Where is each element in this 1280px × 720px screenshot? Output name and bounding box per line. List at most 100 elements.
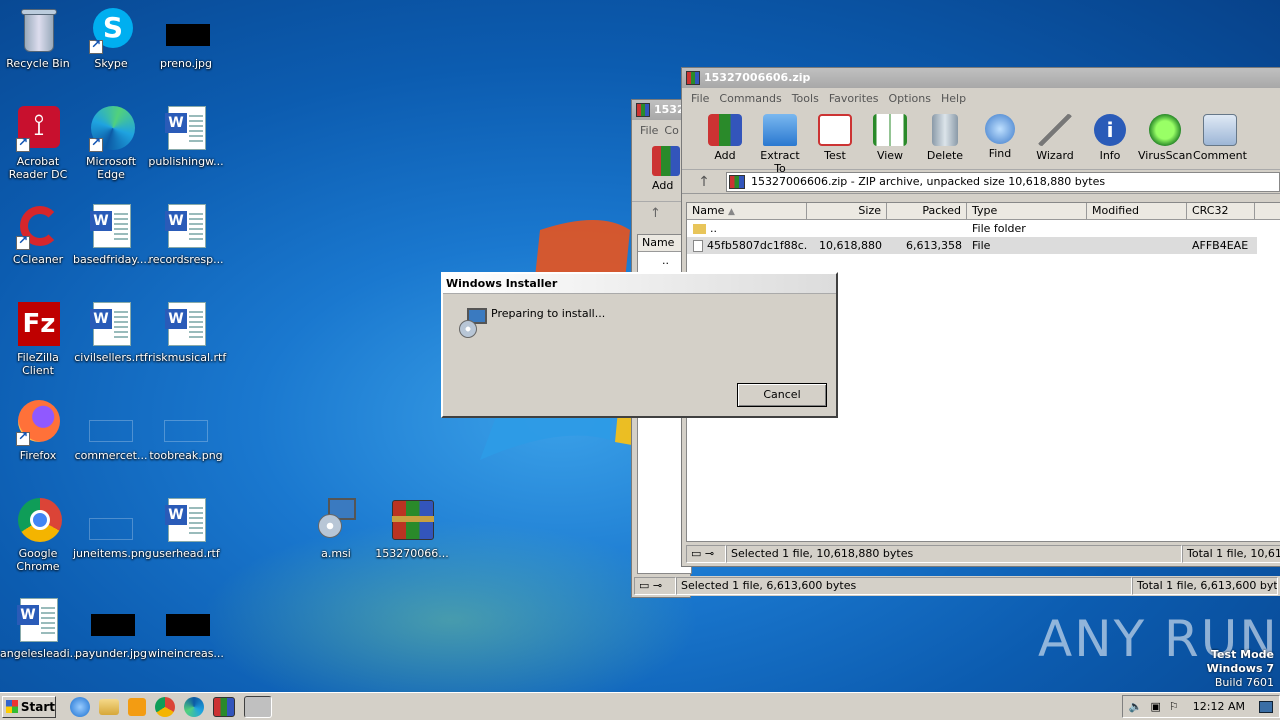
- cancel-button[interactable]: Cancel: [737, 383, 827, 407]
- desktop-icon-riskmusical[interactable]: W riskmusical.rtf: [148, 300, 226, 364]
- back-status-total: Total 1 file, 6,613,600 bytes: [1132, 577, 1278, 595]
- file-list-header: Name ▲ Size Packed Type Modified CRC32: [687, 203, 1280, 220]
- action-center-flag-icon[interactable]: ⚐: [1169, 700, 1179, 713]
- tool-add[interactable]: Add: [698, 108, 752, 162]
- winrar-icon: [686, 71, 700, 85]
- windows-installer-dialog[interactable]: Windows Installer Preparing to install..…: [441, 272, 838, 418]
- desktop-icon-wineincreas[interactable]: wineincreas...: [148, 596, 224, 660]
- folder-icon: [693, 224, 706, 234]
- menu-commands[interactable]: Commands: [714, 92, 786, 105]
- network-icon[interactable]: ▣: [1151, 700, 1161, 713]
- media-player-icon[interactable]: [128, 697, 146, 716]
- winrar-icon: [636, 103, 650, 117]
- winrar-titlebar[interactable]: 15327006606.zip: [682, 68, 1280, 88]
- desktop-icon-recycle-bin[interactable]: Recycle Bin: [0, 6, 76, 70]
- desktop-icon-recordsresp[interactable]: W recordsresp...: [148, 202, 224, 266]
- word-doc-icon: W: [162, 104, 210, 152]
- show-desktop-icon[interactable]: [1259, 700, 1273, 713]
- installer-icon: [457, 308, 487, 338]
- col-type[interactable]: Type: [967, 203, 1087, 219]
- installer-taskbar-icon[interactable]: [244, 695, 272, 718]
- start-button[interactable]: Start: [2, 695, 56, 718]
- tool-view[interactable]: View: [863, 108, 917, 162]
- desktop-icon-preno[interactable]: preno.jpg: [148, 6, 224, 70]
- image-file-icon: [87, 398, 135, 446]
- table-row[interactable]: .. File folder: [687, 220, 1280, 237]
- desktop-glow: [200, 520, 700, 692]
- edge-icon[interactable]: [184, 696, 204, 717]
- word-doc-icon: W: [87, 202, 135, 250]
- desktop-icon-publishing[interactable]: W publishingw...: [148, 104, 224, 168]
- desktop-icon-payunder[interactable]: payunder.jpg: [73, 596, 149, 660]
- tool-test[interactable]: Test: [808, 108, 862, 162]
- col-crc32[interactable]: CRC32: [1187, 203, 1255, 219]
- find-magnifier-icon: [985, 114, 1015, 144]
- windows-flag-icon: [6, 700, 18, 713]
- menu-options[interactable]: Options: [884, 92, 936, 105]
- table-row[interactable]: 45fb5807dc1f88c... 10,618,880 6,613,358 …: [687, 237, 1257, 254]
- extract-folder-icon: [763, 114, 797, 146]
- winrar-taskbar-icon[interactable]: [213, 696, 235, 717]
- desktop-icon-juneitems[interactable]: juneitems.png: [73, 496, 152, 560]
- desktop-icon-filezilla[interactable]: Fz FileZilla Client: [0, 300, 76, 377]
- col-modified[interactable]: Modified: [1087, 203, 1187, 219]
- col-name[interactable]: Name ▲: [687, 203, 807, 219]
- speaker-icon[interactable]: 🔈: [1129, 700, 1143, 713]
- filezilla-icon: Fz: [14, 300, 62, 348]
- desktop-icon-archive[interactable]: 153270066...: [374, 496, 450, 560]
- chrome-icon[interactable]: [155, 696, 175, 717]
- desktop-icon-firefox[interactable]: Firefox: [0, 398, 76, 462]
- internet-explorer-icon[interactable]: [70, 696, 90, 717]
- desktop-icon-skype[interactable]: S Skype: [73, 6, 149, 70]
- back-menu-commands[interactable]: Co: [662, 124, 680, 137]
- test-checklist-icon: [818, 114, 852, 146]
- desktop-icon-userhead[interactable]: W userhead.rtf: [148, 496, 224, 560]
- menu-tools[interactable]: Tools: [787, 92, 824, 105]
- image-file-icon: [162, 596, 210, 644]
- delete-bin-icon: [932, 114, 958, 146]
- word-doc-icon: W: [162, 300, 210, 348]
- desktop-icon-civilsellers[interactable]: W civilsellers.rtf: [73, 300, 149, 364]
- recycle-bin-icon: [14, 6, 62, 54]
- add-icon: [652, 146, 680, 176]
- status-selected: Selected 1 file, 10,618,880 bytes: [726, 545, 1182, 563]
- desktop-icon-ccleaner[interactable]: CCleaner: [0, 202, 76, 266]
- menu-help[interactable]: Help: [936, 92, 971, 105]
- tool-comment[interactable]: Comment: [1193, 108, 1247, 162]
- file-icon: [693, 240, 703, 252]
- desktop-icon-basedfriday[interactable]: W basedfriday....: [73, 202, 150, 266]
- tool-extract-to[interactable]: Extract To: [753, 108, 807, 175]
- winrar-statusbar: ▭ ⊸ Selected 1 file, 10,618,880 bytes To…: [686, 544, 1280, 564]
- word-doc-icon: W: [162, 496, 210, 544]
- dialog-title[interactable]: Windows Installer: [443, 274, 836, 294]
- col-packed[interactable]: Packed: [887, 203, 967, 219]
- info-icon: i: [1094, 114, 1126, 146]
- desktop-icon-edge[interactable]: Microsoft Edge: [73, 104, 149, 181]
- archive-path-field[interactable]: 15327006606.zip - ZIP archive, unpacked …: [726, 171, 1280, 192]
- msi-installer-icon: [312, 496, 360, 544]
- status-total: Total 1 file, 10,618,: [1182, 545, 1280, 563]
- desktop-icon-acrobat[interactable]: ⟟ Acrobat Reader DC: [0, 104, 76, 181]
- desktop-icon-toobreak[interactable]: toobreak.png: [148, 398, 224, 462]
- tool-info[interactable]: i Info: [1083, 108, 1137, 162]
- back-status-selected: Selected 1 file, 6,613,600 bytes: [676, 577, 1132, 595]
- desktop-icon-angeles[interactable]: W angelesleadi...: [0, 596, 80, 660]
- back-menu-file[interactable]: File: [636, 124, 662, 137]
- menu-favorites[interactable]: Favorites: [824, 92, 884, 105]
- col-size[interactable]: Size: [807, 203, 887, 219]
- tool-virusscan[interactable]: VirusScan: [1138, 108, 1192, 162]
- file-explorer-icon[interactable]: [99, 698, 119, 715]
- clock[interactable]: 12:12 AM: [1193, 700, 1245, 713]
- ccleaner-icon: [14, 202, 62, 250]
- drive-status-icon: ▭ ⊸: [634, 577, 676, 595]
- desktop-icon-chrome[interactable]: Google Chrome: [0, 496, 76, 573]
- tool-wizard[interactable]: Wizard: [1028, 108, 1082, 162]
- menu-file[interactable]: File: [686, 92, 714, 105]
- up-arrow-icon[interactable]: ↑: [682, 174, 726, 190]
- desktop-icon-a-msi[interactable]: a.msi: [298, 496, 374, 560]
- tool-find[interactable]: Find: [973, 108, 1027, 160]
- word-doc-icon: W: [162, 202, 210, 250]
- image-file-icon: [87, 596, 135, 644]
- tool-delete[interactable]: Delete: [918, 108, 972, 162]
- desktop-icon-commercet[interactable]: commercet...: [73, 398, 149, 462]
